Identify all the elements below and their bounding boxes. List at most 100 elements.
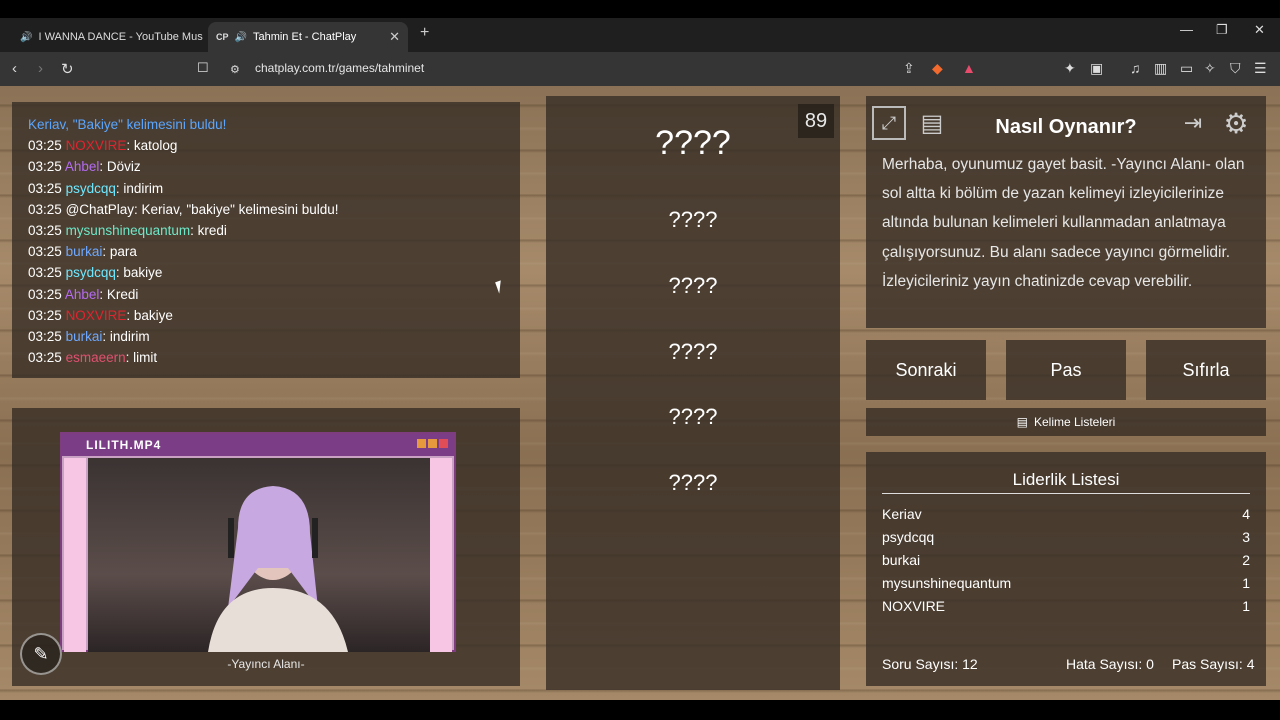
top-strip [0, 0, 1280, 18]
leo-ai-icon[interactable]: ✧ [1204, 60, 1216, 77]
chat-message: 03:25 esmaeern: limit [28, 347, 504, 368]
vpn-icon[interactable]: ⛉ [1230, 60, 1241, 77]
chat-text: : kredi [190, 223, 227, 239]
audio-icon[interactable]: 🔊 [235, 32, 247, 43]
music-icon[interactable]: ♫ [1130, 60, 1141, 76]
restore-icon[interactable]: ❐ [1216, 22, 1228, 38]
exit-icon[interactable]: ⇥ [1176, 106, 1210, 140]
question-count: Soru Sayısı: 12 [882, 656, 978, 672]
chat-time: 03:25 [28, 265, 62, 281]
min-icon [417, 439, 426, 448]
chat-username[interactable]: psydcqq [66, 265, 116, 280]
streamer-area-label: -Yayıncı Alanı- [227, 657, 305, 671]
player-score: 3 [1242, 529, 1250, 545]
reload-icon[interactable]: ↻ [61, 60, 74, 78]
wallet-icon[interactable]: ▭ [1180, 60, 1193, 77]
sidebar-icon[interactable]: ▥ [1154, 60, 1167, 77]
extensions-icon[interactable]: ✦ [1064, 60, 1076, 77]
chat-username[interactable]: @ChatPlay [66, 202, 134, 217]
chat-message: 03:25 NOXVIRE: bakiye [28, 305, 504, 326]
chat-message: 03:25 @ChatPlay: Keriav, "bakiye" kelime… [28, 199, 504, 220]
tab-label: I WANNA DANCE - YouTube Mus [38, 31, 203, 43]
chat-text: : limit [125, 350, 158, 366]
chatplay-icon: CP [216, 32, 229, 42]
brave-shield-icon[interactable]: ◆ [932, 60, 943, 77]
pencil-icon[interactable]: ✎ [20, 633, 62, 675]
chat-username[interactable]: Ahbel [65, 159, 100, 174]
chat-text: : Keriav, "bakiye" kelimesini buldu! [134, 201, 339, 217]
pass-count: Pas Sayısı: 4 [1172, 656, 1255, 672]
forbidden-word: ???? [668, 470, 718, 495]
chat-time: 03:25 [28, 223, 62, 239]
share-icon[interactable]: ⇪ [903, 60, 915, 77]
new-tab-icon[interactable]: + [420, 24, 429, 42]
chat-text: : Kredi [99, 286, 139, 302]
url-field[interactable]: chatplay.com.tr/games/tahminet [255, 61, 424, 75]
chat-message: 03:25 Ahbel: Döviz [28, 156, 504, 177]
webcam-title: LILITH.MP4 [62, 434, 454, 456]
brave-rewards-icon[interactable]: ▲ [962, 60, 976, 76]
bottom-strip [0, 700, 1280, 720]
reset-button[interactable]: Sıfırla [1146, 340, 1266, 400]
chat-username[interactable]: mysunshinequantum [66, 223, 191, 238]
chat-time: 03:25 [28, 180, 62, 196]
streamer-figure [208, 486, 348, 652]
chat-time: 03:25 [28, 286, 62, 302]
audio-icon[interactable]: 🔊 [20, 32, 32, 43]
leaderboard-title: Liderlik Listesi [1012, 470, 1120, 489]
chat-username[interactable]: esmaeern [66, 350, 126, 365]
forward-icon[interactable]: › [38, 60, 43, 77]
chat-text: : bakiye [115, 265, 163, 281]
max-icon [428, 439, 437, 448]
error-count: Hata Sayısı: 0 [1066, 656, 1154, 672]
menu-icon[interactable]: ☰ [1254, 60, 1267, 77]
chat-time: 03:25 [28, 350, 62, 366]
bookmark-icon[interactable]: ☐ [197, 60, 209, 76]
address-bar [0, 52, 1280, 86]
minimize-icon[interactable]: — [1180, 22, 1193, 37]
player-score: 4 [1242, 506, 1250, 522]
word-lists-label: Kelime Listeleri [1033, 415, 1116, 429]
next-button[interactable]: Sonraki [866, 340, 986, 400]
word-lists-button[interactable]: ▤ Kelime Listeleri [866, 408, 1266, 436]
forbidden-word: ???? [668, 404, 718, 429]
settings-gear-icon[interactable]: ⚙ [1219, 106, 1253, 140]
frame-border [430, 458, 452, 652]
player-score: 1 [1242, 575, 1250, 591]
chat-username[interactable]: burkai [66, 329, 103, 344]
chat-username[interactable]: Ahbel [65, 287, 100, 302]
tab-youtube-music[interactable]: 🔊 I WANNA DANCE - YouTube Mus [6, 22, 204, 52]
site-info-icon[interactable]: ⚙ [230, 63, 240, 76]
chat-username[interactable]: NOXVIRE [66, 138, 127, 153]
chat-messages: 03:25 NOXVIRE: katolog 03:25 Ahbel: Döviz… [28, 135, 504, 368]
tab-strip: 🔊 I WANNA DANCE - YouTube Mus CP 🔊 Tahmi… [0, 18, 1280, 52]
leaderboard-row: NOXVIRE 1 [882, 598, 1250, 614]
player-name: Keriav [882, 506, 922, 522]
player-score: 1 [1242, 598, 1250, 614]
chat-text: : Döviz [99, 159, 141, 175]
chat-username[interactable]: psydcqq [66, 181, 116, 196]
chat-message: 03:25 NOXVIRE: katolog [28, 135, 504, 156]
chat-username[interactable]: NOXVIRE [66, 308, 127, 323]
chat-message: 03:25 burkai: indirim [28, 326, 504, 347]
chat-text: : indirim [115, 180, 164, 196]
pass-button[interactable]: Pas [1006, 340, 1126, 400]
leaderboard-row: mysunshinequantum 1 [882, 575, 1250, 591]
chat-time: 03:25 [28, 138, 62, 154]
chat-time: 03:25 [28, 201, 62, 217]
player-score: 2 [1242, 552, 1250, 568]
back-icon[interactable]: ‹ [12, 60, 17, 77]
chat-username[interactable]: burkai [66, 244, 103, 259]
tab-chatplay[interactable]: CP 🔊 Tahmin Et - ChatPlay ✕ [208, 22, 408, 52]
close-window-icon[interactable]: ✕ [1254, 22, 1265, 38]
leaderboard-row: psydcqq 3 [882, 529, 1250, 545]
list-icon: ▤ [1016, 415, 1028, 429]
screenshot-icon[interactable]: ▣ [1090, 60, 1103, 77]
chat-text: : bakiye [126, 307, 173, 323]
webcam-video [88, 458, 438, 652]
chat-message: 03:25 burkai: para [28, 241, 504, 262]
close-tab-icon[interactable]: ✕ [389, 29, 400, 45]
chat-text: : para [102, 244, 137, 260]
forbidden-word: ???? [668, 207, 718, 232]
player-name: NOXVIRE [882, 598, 946, 614]
